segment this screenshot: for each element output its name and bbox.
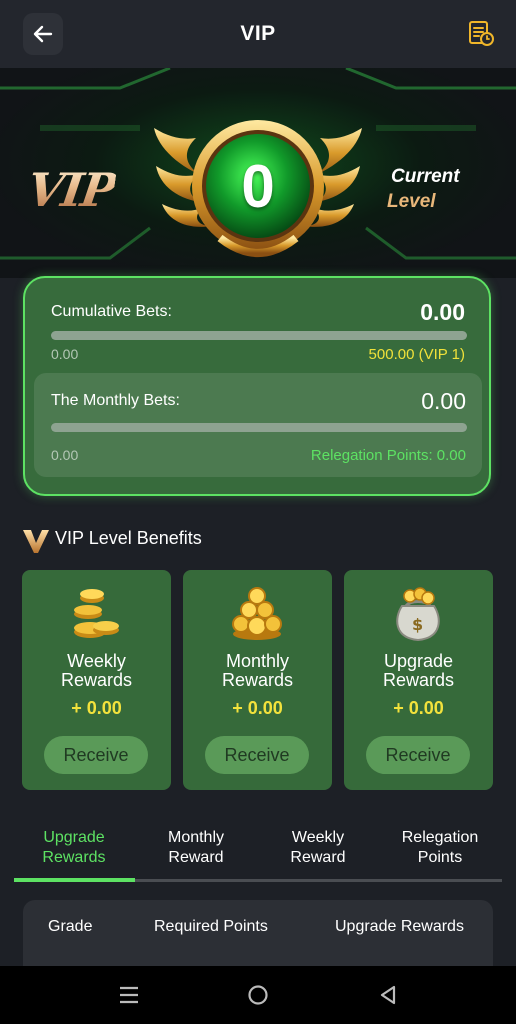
column-grade: Grade [48,918,93,935]
benefit-name: Weekly Rewards [60,651,133,690]
tab-relegation-points[interactable]: Relegation Points [380,828,500,868]
level-label: Level [387,191,436,212]
tab-weekly-reward[interactable]: Weekly Reward [258,828,378,868]
current-vip-level: 0 [241,153,275,220]
vip-logo-text: VIP [24,163,118,217]
page-title: VIP [240,22,276,45]
vip-hero-banner: VIP 0 Current Level [0,68,516,278]
bets-progress-card: Cumulative Bets: 0.00 0.00 500.00 (VIP 1… [23,276,491,496]
benefits-title: VIP Level Benefits [55,528,202,548]
receive-upgrade-button[interactable]: Receive [366,736,470,774]
cumulative-bets-value: 0.00 [420,299,465,325]
receive-monthly-button[interactable]: Receive [205,736,309,774]
cumulative-progress-bar [51,331,467,340]
back-button[interactable] [23,13,63,55]
benefit-amount: + 0.00 [71,698,122,718]
back-nav-icon[interactable] [377,984,399,1006]
reward-tabs: Upgrade Rewards Monthly Reward Weekly Re… [14,828,502,884]
home-icon[interactable] [247,984,269,1006]
money-bag-icon: $ [396,587,440,642]
benefit-amount: + 0.00 [393,698,444,718]
monthly-rewards-card: Monthly Rewards + 0.00 Receive [183,570,332,790]
monthly-min-value: 0.00 [51,447,79,463]
top-bar: VIP [0,0,516,68]
weekly-rewards-card: Weekly Rewards + 0.00 Receive [22,570,171,790]
coin-pile-icon [232,587,282,640]
arrow-left-icon [33,25,53,43]
tab-upgrade-rewards[interactable]: Upgrade Rewards [14,828,134,868]
column-upgrade-rewards: Upgrade Rewards [335,918,464,935]
vip-v-icon [23,530,49,553]
monthly-progress-bar [51,423,467,432]
cumulative-target-value: 500.00 (VIP 1) [368,346,465,363]
receive-weekly-button[interactable]: Receive [44,736,148,774]
record-list-icon [469,21,494,46]
system-navigation-bar [0,966,516,1024]
upgrade-rewards-card: $ Upgrade Rewards + 0.00 Receive [344,570,493,790]
tab-monthly-reward[interactable]: Monthly Reward [136,828,256,868]
recent-apps-icon[interactable] [118,985,140,1005]
monthly-bets-box: The Monthly Bets: 0.00 0.00 Relegation P… [34,373,482,477]
monthly-bets-value: 0.00 [421,388,466,414]
relegation-points: Relegation Points: 0.00 [310,447,466,464]
benefit-name: Monthly Rewards [221,651,294,690]
cumulative-bets-label: Cumulative Bets: [51,303,172,320]
current-label: Current [391,166,460,187]
svg-text:$: $ [412,615,423,634]
column-required-points: Required Points [154,918,268,935]
monthly-bets-label: The Monthly Bets: [51,392,180,409]
rewards-table-header: Grade Required Points Upgrade Rewards [23,900,493,966]
cumulative-min-value: 0.00 [51,346,79,362]
benefit-amount: + 0.00 [232,698,283,718]
coin-stack-icon [74,589,119,638]
tab-active-indicator [14,878,135,882]
record-button[interactable] [466,18,496,48]
benefit-name: Upgrade Rewards [382,651,455,690]
